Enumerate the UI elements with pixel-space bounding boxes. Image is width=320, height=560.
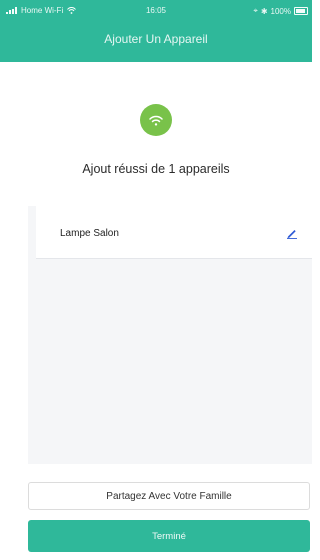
location-icon: ⌖ bbox=[253, 6, 258, 15]
divider bbox=[36, 258, 312, 259]
battery-icon bbox=[294, 7, 308, 15]
status-bar: Home Wi-Fi 16:05 ⌖ ✱ 100% bbox=[0, 0, 312, 22]
bluetooth-icon: ✱ bbox=[260, 6, 268, 16]
page-title: Ajouter Un Appareil bbox=[104, 32, 208, 46]
device-list: Lampe Salon bbox=[28, 206, 312, 464]
header-bar: Home Wi-Fi 16:05 ⌖ ✱ 100% Ajouter Un App… bbox=[0, 0, 312, 62]
status-right: ⌖ ✱ 100% bbox=[253, 6, 308, 16]
success-message: Ajout réussi de 1 appareils bbox=[82, 162, 230, 176]
wifi-icon bbox=[140, 104, 172, 136]
done-button[interactable]: Terminé bbox=[28, 520, 310, 552]
device-name: Lampe Salon bbox=[60, 228, 119, 239]
edit-icon[interactable] bbox=[286, 226, 298, 239]
share-with-family-button[interactable]: Partagez Avec Votre Famille bbox=[28, 482, 310, 510]
battery-percent: 100% bbox=[270, 6, 291, 16]
list-item[interactable]: Lampe Salon bbox=[36, 206, 312, 258]
screen: Home Wi-Fi 16:05 ⌖ ✱ 100% Ajouter Un App… bbox=[0, 0, 312, 560]
